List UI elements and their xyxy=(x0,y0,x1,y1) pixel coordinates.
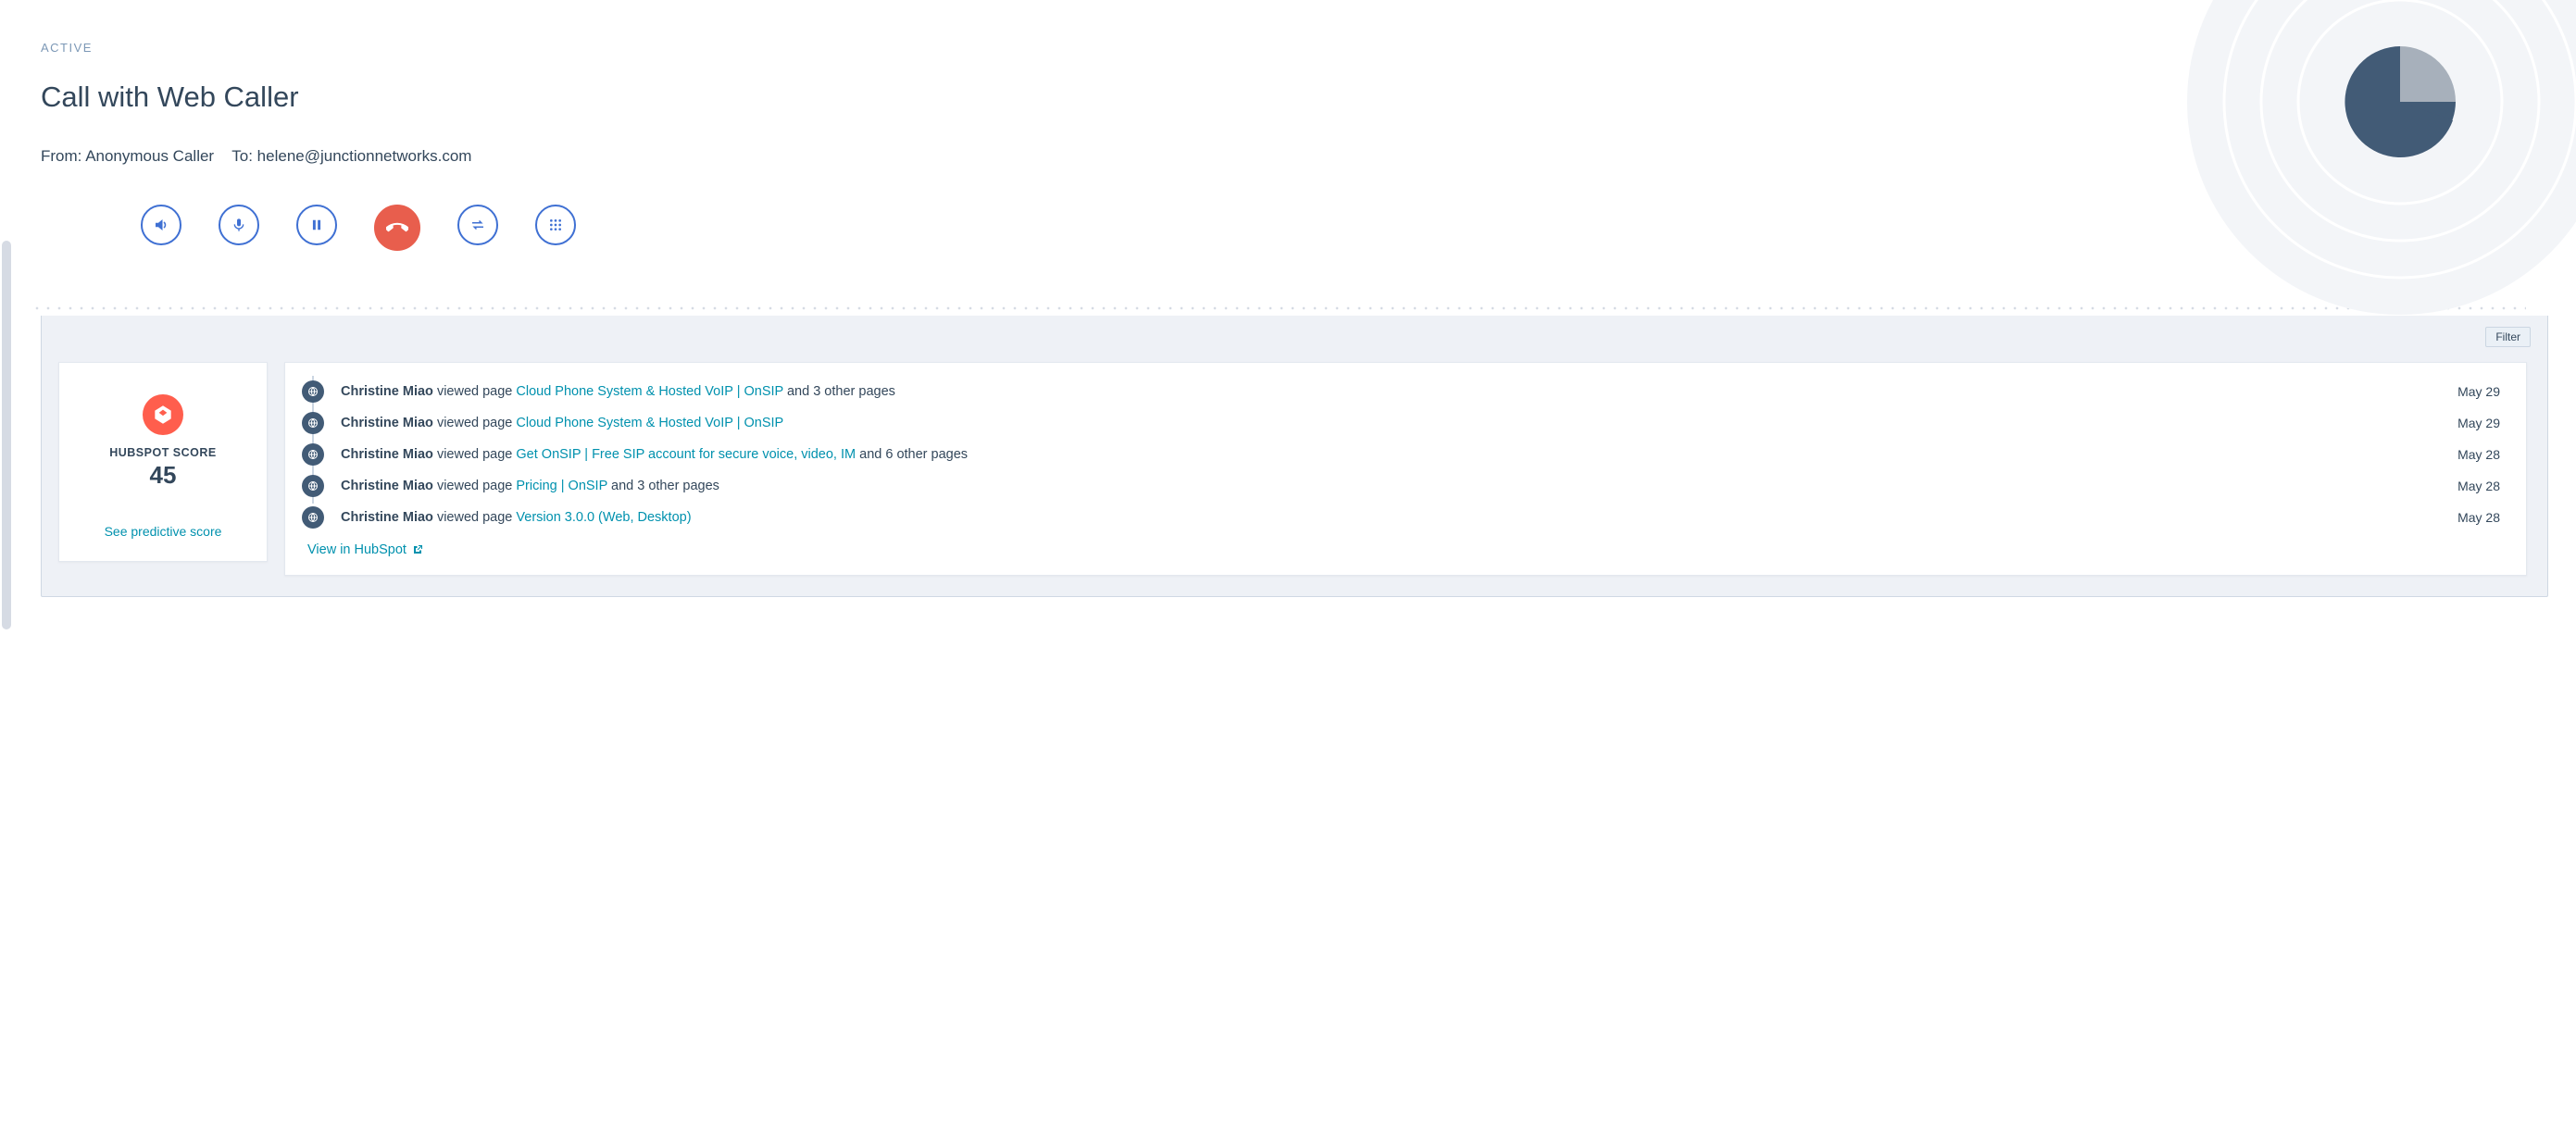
timeline-person: Christine Miao xyxy=(341,384,433,399)
to-label: To: xyxy=(231,147,253,165)
dialpad-button[interactable] xyxy=(535,205,576,245)
filter-button[interactable]: Filter xyxy=(2485,327,2531,347)
external-link-icon xyxy=(412,544,423,555)
hangup-icon xyxy=(386,217,408,239)
timeline-text: Christine Miao viewed page Version 3.0.0… xyxy=(341,510,2441,525)
hubspot-logo-icon xyxy=(143,394,183,435)
transfer-icon xyxy=(469,217,486,233)
timeline-suffix: and 3 other pages xyxy=(783,384,895,399)
predictive-score-link[interactable]: See predictive score xyxy=(105,524,222,539)
globe-icon xyxy=(302,506,324,529)
timeline-action: viewed page xyxy=(437,479,516,493)
call-controls xyxy=(141,205,2576,251)
timeline-text: Christine Miao viewed page Get OnSIP | F… xyxy=(341,447,2441,462)
timeline-text: Christine Miao viewed page Pricing | OnS… xyxy=(341,479,2441,493)
timeline-row: Christine Miao viewed page Cloud Phone S… xyxy=(302,376,2500,407)
timeline-page-link[interactable]: Pricing | OnSIP xyxy=(516,479,607,493)
globe-icon xyxy=(302,475,324,497)
view-in-hubspot-label: View in HubSpot xyxy=(307,542,406,557)
torn-edge-divider xyxy=(31,306,2526,316)
score-title: HUBSPOT SCORE xyxy=(109,446,217,459)
timeline-page-link[interactable]: Get OnSIP | Free SIP account for secure … xyxy=(516,447,856,462)
timeline-text: Christine Miao viewed page Cloud Phone S… xyxy=(341,416,2441,430)
timeline-person: Christine Miao xyxy=(341,479,433,493)
timeline-row: Christine Miao viewed page Version 3.0.0… xyxy=(302,502,2500,533)
timeline-action: viewed page xyxy=(437,510,516,525)
timeline-row: Christine Miao viewed page Pricing | OnS… xyxy=(302,470,2500,502)
timeline-action: viewed page xyxy=(437,384,516,399)
call-participants: From: Anonymous Caller To: helene@juncti… xyxy=(41,147,2576,166)
speaker-button[interactable] xyxy=(141,205,181,245)
speaker-icon xyxy=(153,217,169,233)
timeline-row: Christine Miao viewed page Get OnSIP | F… xyxy=(302,439,2500,470)
from-label: From: xyxy=(41,147,81,165)
timeline-date: May 29 xyxy=(2457,416,2500,430)
to-value: helene@junctionnetworks.com xyxy=(257,147,472,165)
timeline-date: May 28 xyxy=(2457,510,2500,525)
activity-timeline-card: Christine Miao viewed page Cloud Phone S… xyxy=(284,362,2527,576)
microphone-icon xyxy=(231,218,246,232)
timeline-suffix: and 6 other pages xyxy=(856,447,968,462)
hubspot-score-card: HUBSPOT SCORE 45 See predictive score xyxy=(58,362,268,562)
timeline-suffix: and 3 other pages xyxy=(607,479,719,493)
dialpad-icon xyxy=(548,218,563,232)
timeline-row: Christine Miao viewed page Cloud Phone S… xyxy=(302,407,2500,439)
timeline-date: May 29 xyxy=(2457,384,2500,399)
hold-button[interactable] xyxy=(296,205,337,245)
timeline-action: viewed page xyxy=(437,416,516,430)
timeline-person: Christine Miao xyxy=(341,416,433,430)
timeline-page-link[interactable]: Cloud Phone System & Hosted VoIP | OnSIP xyxy=(516,384,783,399)
timeline-person: Christine Miao xyxy=(341,447,433,462)
globe-icon xyxy=(302,412,324,434)
timeline-date: May 28 xyxy=(2457,447,2500,462)
view-in-hubspot-link[interactable]: View in HubSpot xyxy=(307,542,423,557)
call-title: Call with Web Caller xyxy=(41,81,2576,114)
pause-icon xyxy=(310,218,323,231)
call-status-label: ACTIVE xyxy=(41,41,2576,55)
timeline-person: Christine Miao xyxy=(341,510,433,525)
globe-icon xyxy=(302,380,324,403)
timeline-page-link[interactable]: Cloud Phone System & Hosted VoIP | OnSIP xyxy=(516,416,783,430)
from-value: Anonymous Caller xyxy=(85,147,214,165)
hangup-button[interactable] xyxy=(374,205,420,251)
globe-icon xyxy=(302,443,324,466)
timeline-action: viewed page xyxy=(437,447,516,462)
timeline-date: May 28 xyxy=(2457,479,2500,493)
microphone-button[interactable] xyxy=(219,205,259,245)
timeline-text: Christine Miao viewed page Cloud Phone S… xyxy=(341,384,2441,399)
activity-panel: Filter HUBSPOT SCORE 45 See predictive s… xyxy=(41,316,2548,597)
activity-timeline: Christine Miao viewed page Cloud Phone S… xyxy=(302,376,2500,533)
timeline-page-link[interactable]: Version 3.0.0 (Web, Desktop) xyxy=(516,510,691,525)
score-value: 45 xyxy=(150,461,177,490)
transfer-button[interactable] xyxy=(457,205,498,245)
